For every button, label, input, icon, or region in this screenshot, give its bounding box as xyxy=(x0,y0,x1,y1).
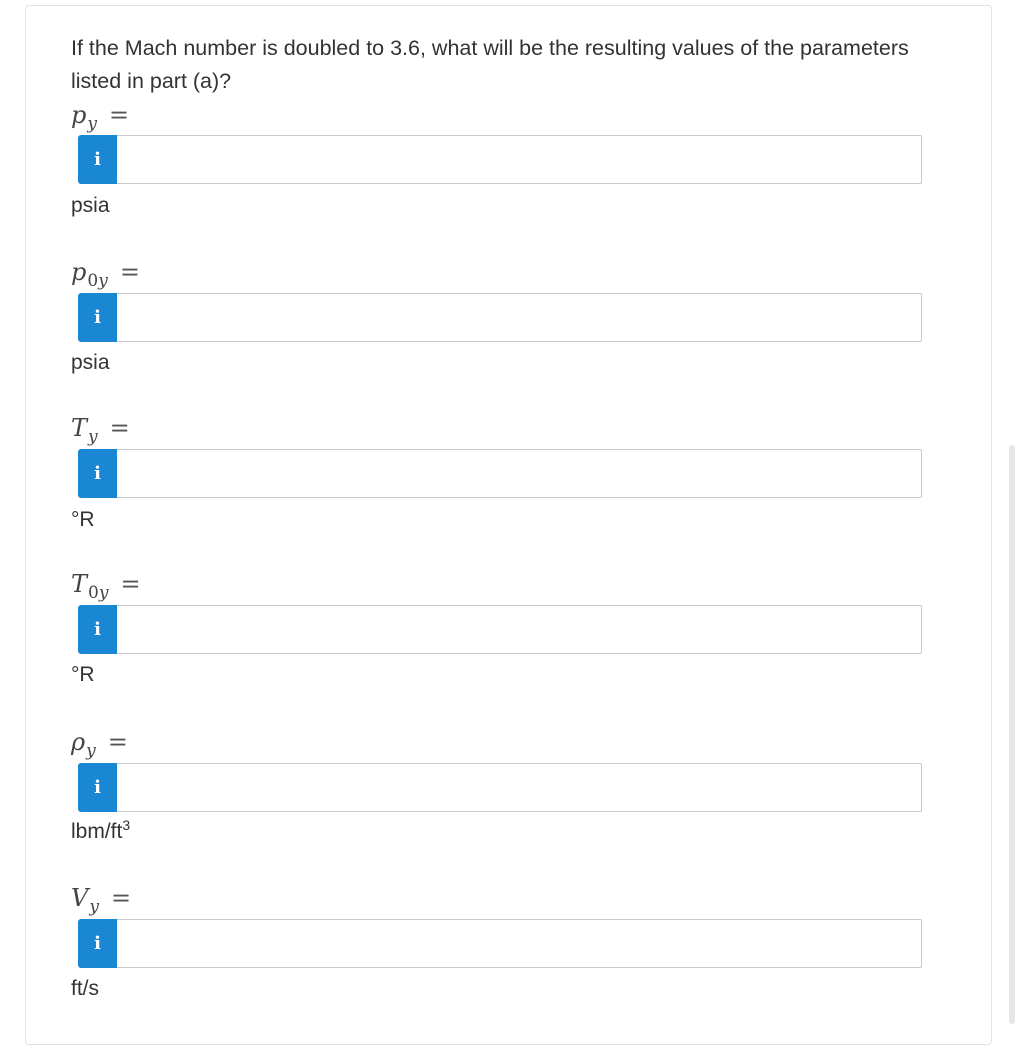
variable-label-p0y: p 0y = xyxy=(71,258,140,291)
equals-sign: = xyxy=(120,570,141,598)
variable-subscript: y xyxy=(86,741,96,761)
variable-label-ty: T y = xyxy=(71,414,130,447)
answer-row-py: i xyxy=(78,135,922,184)
answer-input-p0y[interactable] xyxy=(117,293,922,342)
unit-label-p0y: psia xyxy=(71,351,110,374)
answer-input-ty[interactable] xyxy=(117,449,922,498)
variable-subscript: 0y xyxy=(87,271,108,291)
answer-input-t0y[interactable] xyxy=(117,605,922,654)
variable-symbol: V xyxy=(71,884,89,912)
variable-symbol: ρ xyxy=(71,728,86,756)
unit-label-t0y: °R xyxy=(71,663,95,686)
variable-symbol: T xyxy=(71,570,88,598)
variable-label-vy: V y = xyxy=(71,884,132,917)
variable-subscript: y xyxy=(87,114,97,134)
variable-symbol: p xyxy=(71,101,87,129)
answer-input-rhoy[interactable] xyxy=(117,763,922,812)
answer-row-t0y: i xyxy=(78,605,922,654)
variable-label-t0y: T 0y = xyxy=(71,570,141,603)
info-icon[interactable]: i xyxy=(78,135,117,184)
answer-input-py[interactable] xyxy=(117,135,922,184)
unit-label-vy: ft/s xyxy=(71,977,100,1000)
answer-row-p0y: i xyxy=(78,293,922,342)
info-icon[interactable]: i xyxy=(78,293,117,342)
unit-label-rhoy: lbm/ft3 xyxy=(71,817,131,843)
info-icon[interactable]: i xyxy=(78,605,117,654)
equals-sign: = xyxy=(109,414,130,442)
answer-row-rhoy: i xyxy=(78,763,922,812)
info-icon[interactable]: i xyxy=(78,919,117,968)
unit-label-py: psia xyxy=(71,194,110,217)
unit-superscript: 3 xyxy=(122,817,131,833)
equals-sign: = xyxy=(110,884,132,912)
answer-input-vy[interactable] xyxy=(117,919,922,968)
question-text: If the Mach number is doubled to 3.6, wh… xyxy=(71,36,909,93)
equals-sign: = xyxy=(108,101,130,129)
variable-label-rhoy: ρ y = xyxy=(71,728,128,761)
variable-symbol: p xyxy=(71,258,87,286)
info-icon[interactable]: i xyxy=(78,763,117,812)
variable-subscript: y xyxy=(88,427,98,447)
answer-row-vy: i xyxy=(78,919,922,968)
answer-row-ty: i xyxy=(78,449,922,498)
equals-sign: = xyxy=(107,728,128,756)
info-icon[interactable]: i xyxy=(78,449,117,498)
variable-subscript: y xyxy=(89,897,99,917)
unit-label-ty: °R xyxy=(71,508,95,531)
variable-subscript: 0y xyxy=(88,583,109,603)
vertical-scrollbar[interactable] xyxy=(1009,445,1015,1024)
variable-label-py: p y = xyxy=(71,101,130,134)
equals-sign: = xyxy=(119,258,140,286)
variable-symbol: T xyxy=(71,414,88,442)
